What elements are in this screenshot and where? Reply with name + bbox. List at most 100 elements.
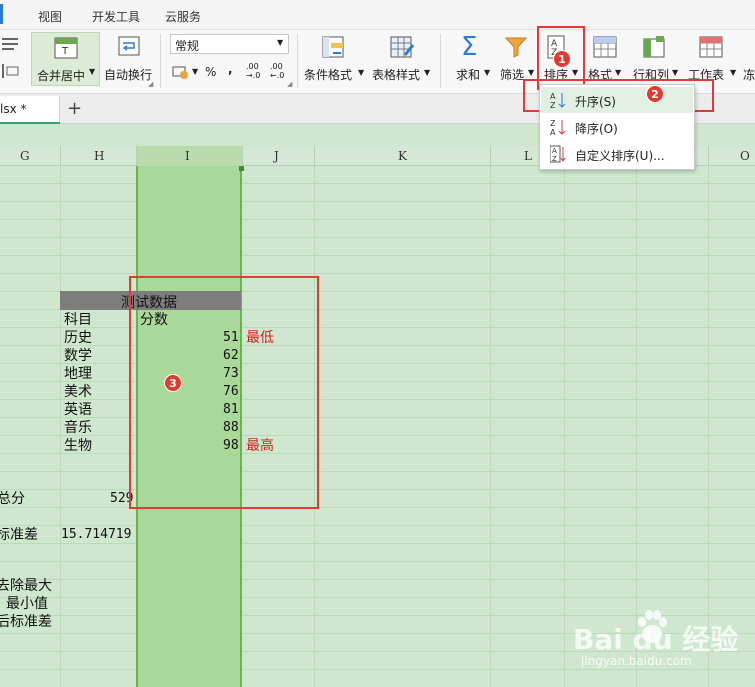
grid-line [0, 453, 755, 454]
total-label-cell[interactable]: 总分 [0, 490, 25, 508]
svg-text:A: A [550, 92, 556, 101]
sort-descending-icon: ZA [550, 119, 566, 136]
baidu-watermark: Bai du 经验 [573, 623, 739, 656]
menu-view[interactable]: 视图 [38, 8, 62, 25]
grid-line [0, 579, 755, 580]
column-header-J[interactable]: J [274, 149, 279, 163]
subject-cell[interactable]: 数学 [64, 347, 92, 365]
grid-line [0, 561, 755, 562]
percent-button[interactable]: % [205, 65, 216, 79]
subject-cell[interactable]: 生物 [64, 437, 92, 455]
subject-cell[interactable]: 美术 [64, 383, 92, 401]
merge-center-button[interactable]: T 合并居中 ▼ [31, 32, 100, 86]
grid-line [0, 597, 755, 598]
chevron-down-icon: ▼ [424, 68, 431, 77]
wrap-text-button[interactable]: 自动换行 [104, 66, 152, 83]
svg-text:T: T [61, 46, 69, 57]
ribbon-separator [160, 34, 161, 88]
trimmed-label-line-1[interactable]: 去除最大 [0, 577, 52, 595]
custom-sort-label: 自定义排序(U)... [575, 149, 665, 163]
step-badge-2: 2 [646, 85, 664, 103]
trimmed-label-line-3[interactable]: 后标准差 [0, 613, 52, 631]
number-format-value: 常规 [175, 39, 200, 53]
chevron-down-icon: ▼ [528, 68, 535, 77]
number-launcher-icon[interactable]: ◢ [287, 80, 292, 88]
chevron-down-icon: ▼ [615, 68, 622, 77]
sort-dropdown-menu: AZ 升序(S) ZA 降序(O) AZ 自定义排序(U)... [539, 84, 695, 170]
ribbon-separator [440, 34, 441, 88]
baidu-watermark-url: jingyan.baidu.com [581, 654, 692, 668]
step-badge-1: 1 [553, 50, 571, 68]
svg-text:Z: Z [550, 119, 556, 128]
stdev-label-cell[interactable]: 标准差 [0, 526, 38, 544]
subject-cell[interactable]: 历史 [64, 329, 92, 347]
svg-text:Z: Z [552, 155, 557, 163]
grid-line [0, 363, 755, 364]
format-icon [593, 36, 617, 58]
filter-button[interactable]: 筛选 [500, 66, 524, 83]
svg-text:A: A [552, 147, 557, 155]
freeze-panes-button[interactable]: 冻 [743, 66, 755, 83]
column-header-K[interactable]: K [398, 149, 407, 163]
currency-icon[interactable] [172, 64, 190, 80]
currency-dropdown-arrow[interactable]: ▼ [192, 67, 198, 76]
column-separator [708, 146, 709, 166]
chevron-down-icon: ▼ [672, 68, 679, 77]
conditional-format-button[interactable]: 条件格式 [304, 66, 352, 83]
svg-text:A: A [550, 128, 556, 136]
sort-ascending-label: 升序(S) [575, 95, 616, 109]
subject-cell[interactable]: 英语 [64, 401, 92, 419]
sort-ascending-icon: AZ [550, 92, 566, 109]
chevron-down-icon: ▼ [277, 38, 284, 47]
decrease-decimal-button[interactable]: .00 ←.0 [270, 62, 288, 80]
column-header-I[interactable]: I [185, 149, 190, 163]
ribbon-separator [297, 34, 298, 88]
grid-line [0, 417, 755, 418]
step-badge-3: 3 [164, 374, 182, 392]
sum-button[interactable]: 求和 [456, 66, 480, 83]
column-separator [490, 146, 491, 166]
grid-line [490, 166, 491, 687]
rows-columns-icon [643, 36, 665, 58]
worksheet-icon [699, 36, 723, 58]
wrap-text-icon [118, 36, 140, 56]
grid-line [0, 183, 755, 184]
column-header-O[interactable]: O [740, 149, 750, 163]
column-separator [60, 146, 61, 166]
comma-style-button[interactable]: , [228, 62, 233, 76]
document-tab[interactable]: lsx * [0, 96, 60, 124]
grid-line [0, 669, 755, 670]
column-header-G[interactable]: G [20, 149, 30, 163]
column-header-H[interactable]: H [94, 149, 104, 163]
table-style-button[interactable]: 表格样式 [372, 66, 420, 83]
menu-cloud-service[interactable]: 云服务 [165, 8, 201, 25]
grid-line [0, 399, 755, 400]
custom-sort-item[interactable]: AZ 自定义排序(U)... [541, 141, 693, 167]
indent-icon[interactable] [2, 64, 20, 78]
menu-developer-tools[interactable]: 开发工具 [92, 8, 140, 25]
grid-line [0, 381, 755, 382]
grid-line [0, 255, 755, 256]
subject-cell[interactable]: 地理 [64, 365, 92, 383]
trimmed-label-line-2[interactable]: 最小值 [6, 595, 48, 613]
subject-header-cell[interactable]: 科目 [64, 311, 92, 329]
sort-ascending-item[interactable]: AZ 升序(S) [541, 87, 693, 113]
align-icon[interactable] [2, 36, 20, 50]
merge-cells-icon: T [54, 37, 78, 59]
filter-icon [504, 37, 528, 58]
subject-cell[interactable]: 音乐 [64, 419, 92, 437]
new-tab-button[interactable]: + [67, 98, 82, 119]
sort-descending-item[interactable]: ZA 降序(O) [541, 114, 693, 140]
stdev-value-cell[interactable]: 15.714719 [61, 526, 131, 544]
grid-line [0, 435, 755, 436]
alignment-launcher-icon[interactable]: ◢ [148, 80, 153, 88]
merge-center-label: 合并居中 [37, 69, 86, 83]
increase-decimal-button[interactable]: .00 →.0 [246, 62, 264, 80]
number-format-select[interactable]: 常规 ▼ [170, 34, 289, 54]
grid-line [0, 345, 755, 346]
column-header-L[interactable]: L [524, 149, 532, 163]
svg-text:Z: Z [550, 101, 556, 109]
merge-dropdown-arrow[interactable]: ▼ [89, 67, 95, 76]
grid-line [0, 273, 755, 274]
fill-handle[interactable] [239, 166, 244, 171]
